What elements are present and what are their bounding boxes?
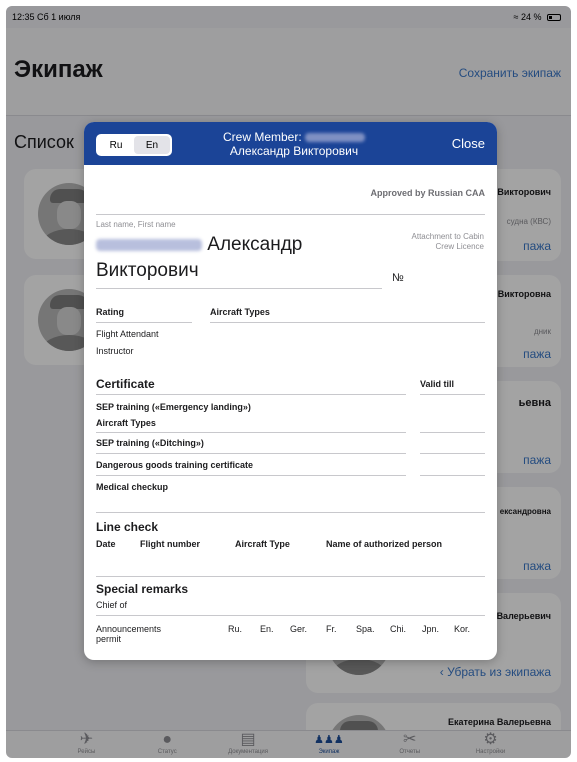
close-button[interactable]: Close bbox=[452, 136, 485, 151]
announcement-lang: Chi. bbox=[390, 624, 407, 634]
rating-header: Rating bbox=[96, 307, 124, 317]
modal-title: Crew Member: Александр Викторович bbox=[194, 130, 394, 158]
modal-header: Ru En Crew Member: Александр Викторович … bbox=[84, 122, 497, 165]
announcement-lang: Kor. bbox=[454, 624, 471, 634]
line-check-column: Name of authorized person bbox=[326, 539, 443, 549]
divider bbox=[96, 453, 406, 454]
rating-value: Instructor bbox=[96, 346, 134, 356]
modal-title-line2: Александр Викторович bbox=[229, 144, 359, 158]
divider bbox=[420, 432, 485, 433]
divider bbox=[420, 475, 485, 476]
announcement-lang: Spa. bbox=[356, 624, 375, 634]
divider bbox=[96, 322, 192, 323]
licence-number-sign: № bbox=[392, 272, 404, 284]
divider bbox=[96, 288, 382, 289]
announcement-lang: Fr. bbox=[326, 624, 337, 634]
divider bbox=[96, 432, 406, 433]
certificate-item: Medical checkup bbox=[96, 482, 169, 492]
line-check-column: Flight number bbox=[140, 539, 200, 549]
language-toggle: Ru En bbox=[96, 134, 172, 156]
divider bbox=[210, 322, 485, 323]
certificate-item: SEP training («Emergency landing») bbox=[96, 402, 251, 412]
special-remarks-header: Special remarks bbox=[96, 582, 189, 596]
divider bbox=[96, 394, 406, 395]
announcement-lang: Ger. bbox=[290, 624, 308, 634]
announcement-lang: Jpn. bbox=[422, 624, 440, 634]
crew-member-modal: Ru En Crew Member: Александр Викторович … bbox=[84, 122, 497, 660]
divider bbox=[96, 512, 485, 513]
line-check-header: Line check bbox=[96, 520, 159, 534]
lang-ru-segment[interactable]: Ru bbox=[98, 136, 134, 154]
approved-by: Approved by Russian CAA bbox=[370, 188, 485, 198]
certificate-item: SEP training («Ditching») bbox=[96, 438, 204, 448]
announcement-lang: En. bbox=[260, 624, 274, 634]
divider bbox=[96, 576, 485, 577]
name-label: Last name, First name bbox=[96, 220, 176, 229]
certificate-item: Aircraft Types bbox=[96, 418, 156, 428]
divider bbox=[420, 453, 485, 454]
divider bbox=[96, 615, 485, 616]
crew-full-name-line2: Викторович bbox=[96, 260, 199, 281]
valid-till-header: Valid till bbox=[420, 379, 455, 389]
crew-full-name-line1: Александр bbox=[96, 234, 302, 256]
announcements-permit-label: Announcements permit bbox=[96, 624, 162, 644]
announcement-lang: Ru. bbox=[228, 624, 243, 634]
divider bbox=[96, 475, 406, 476]
certificate-header: Certificate bbox=[96, 377, 155, 391]
lang-en-segment[interactable]: En bbox=[134, 136, 170, 154]
attachment-label: Attachment to Cabin Crew Licence bbox=[411, 232, 484, 251]
line-check-column: Aircraft Type bbox=[235, 539, 290, 549]
aircraft-types-header: Aircraft Types bbox=[210, 307, 270, 317]
certificate-item: Dangerous goods training certificate bbox=[96, 460, 254, 470]
divider bbox=[420, 394, 485, 395]
line-check-column: Date bbox=[96, 539, 116, 549]
modal-title-line1: Crew Member: bbox=[194, 130, 394, 144]
redacted-text bbox=[305, 133, 366, 143]
chief-of-label: Chief of bbox=[96, 600, 128, 610]
rating-value: Flight Attendant bbox=[96, 329, 159, 339]
divider bbox=[96, 214, 485, 215]
redacted-text bbox=[96, 238, 202, 251]
